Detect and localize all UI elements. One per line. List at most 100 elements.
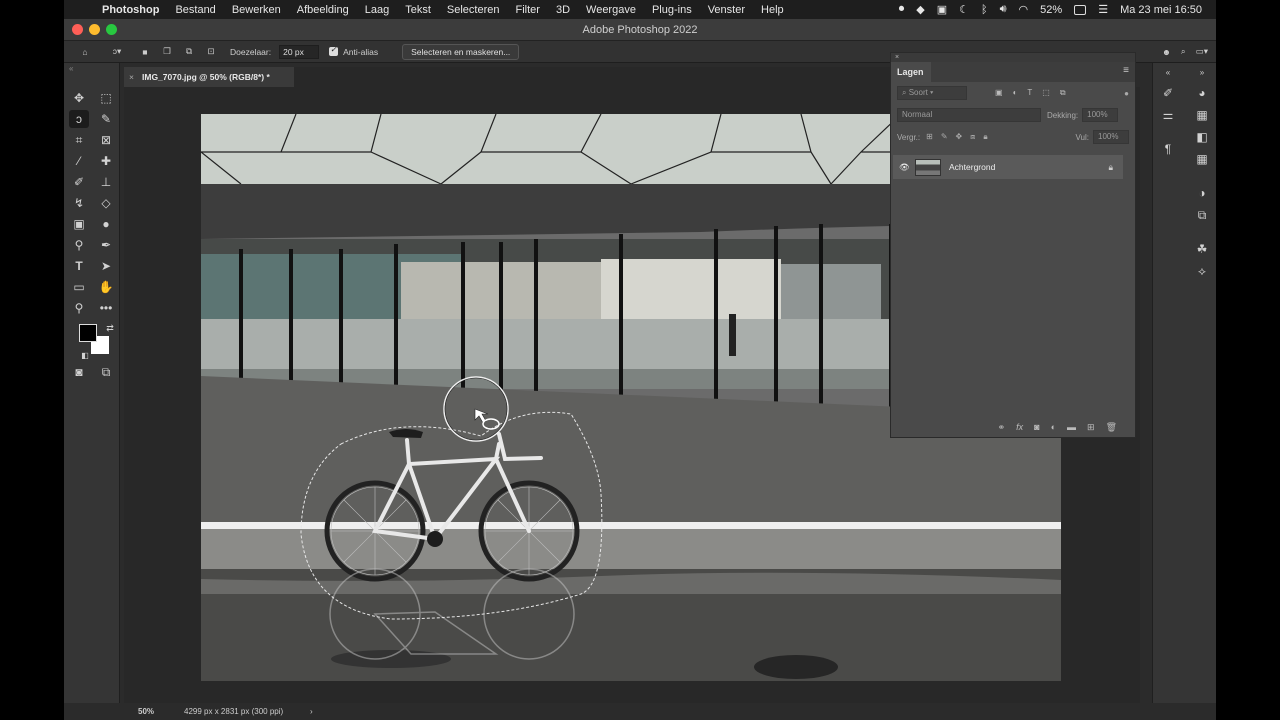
- home-icon[interactable]: ⌂: [78, 45, 92, 59]
- dock-expand-icon[interactable]: »: [1193, 65, 1211, 81]
- brush-tool-icon[interactable]: ✐: [69, 173, 89, 191]
- menu-weergave[interactable]: Weergave: [578, 4, 644, 16]
- fill-input[interactable]: 100%: [1093, 130, 1129, 144]
- pen-tool-icon[interactable]: ✒: [96, 236, 116, 254]
- new-layer-icon[interactable]: ⊞: [1087, 422, 1095, 433]
- menu-filter[interactable]: Filter: [508, 4, 548, 16]
- lock-artboard-icon[interactable]: ⧈: [970, 132, 975, 142]
- menu-laag[interactable]: Laag: [357, 4, 397, 16]
- blur-tool-icon[interactable]: ●: [96, 215, 116, 233]
- filter-toggle-icon[interactable]: ●: [1124, 89, 1129, 98]
- zoom-level[interactable]: 50%: [138, 703, 154, 720]
- layer-lock-icon[interactable]: 🔒︎: [1108, 162, 1113, 173]
- paths-icon[interactable]: ⟡: [1193, 263, 1211, 279]
- new-selection-icon[interactable]: ■: [138, 45, 152, 59]
- libraries-icon[interactable]: ⧉: [1193, 207, 1211, 223]
- select-and-mask-button[interactable]: Selecteren en maskeren...: [402, 43, 520, 60]
- opacity-input[interactable]: 100%: [1082, 108, 1119, 122]
- panel-collapse-icon[interactable]: «: [64, 63, 119, 75]
- hand-tool-icon[interactable]: ✋: [96, 278, 116, 296]
- wifi-icon[interactable]: ◠: [1013, 3, 1035, 16]
- filter-adjustment-icon[interactable]: ◐: [1013, 88, 1018, 98]
- lasso-tool-preset-icon[interactable]: ↄ▾: [110, 45, 124, 59]
- panel-menu-icon[interactable]: ≡: [1123, 65, 1129, 76]
- screen-mode-icon[interactable]: ⧉: [96, 363, 116, 381]
- healing-tool-icon[interactable]: ✚: [96, 152, 116, 170]
- menu-help[interactable]: Help: [753, 4, 792, 16]
- document-tab[interactable]: × IMG_7070.jpg @ 50% (RGB/8*) *: [124, 67, 294, 87]
- menu-tekst[interactable]: Tekst: [397, 4, 439, 16]
- status-arrow-icon[interactable]: ›: [310, 703, 313, 720]
- swap-colors-icon[interactable]: ⇄: [100, 319, 120, 337]
- menu-afbeelding[interactable]: Afbeelding: [289, 4, 357, 16]
- quick-mask-icon[interactable]: ◙: [69, 363, 89, 381]
- close-tab-icon[interactable]: ×: [129, 67, 134, 87]
- move-tool-icon[interactable]: ✥: [69, 89, 89, 107]
- zoom-tool-icon[interactable]: ⚲: [69, 299, 89, 317]
- search-icon[interactable]: ⌕: [1181, 46, 1186, 57]
- marquee-tool-icon[interactable]: ⬚: [96, 89, 116, 107]
- subtract-selection-icon[interactable]: ⧉: [182, 45, 196, 59]
- layer-kind-filter[interactable]: ⌕ Soort ▾: [897, 86, 967, 100]
- dock-collapse-icon[interactable]: «: [1159, 65, 1177, 81]
- foreground-color-swatch[interactable]: [79, 324, 97, 342]
- crop-tool-icon[interactable]: ⌗: [69, 131, 89, 149]
- history-brush-tool-icon[interactable]: ↯: [69, 194, 89, 212]
- menu-3d[interactable]: 3D: [548, 4, 578, 16]
- paragraph-icon[interactable]: ¶: [1159, 141, 1177, 157]
- link-layers-icon[interactable]: ⚭: [998, 422, 1006, 433]
- menu-plugins[interactable]: Plug-ins: [644, 4, 700, 16]
- stamp-tool-icon[interactable]: ⊥: [96, 173, 116, 191]
- default-colors-icon[interactable]: ◧: [75, 346, 95, 364]
- screen-icon[interactable]: ▣: [931, 3, 953, 16]
- battery-icon[interactable]: [1068, 4, 1092, 16]
- visibility-eye-icon[interactable]: 👁︎: [899, 162, 910, 173]
- frame-tool-icon[interactable]: ⊠: [96, 131, 116, 149]
- type-tool-icon[interactable]: T: [69, 257, 89, 275]
- workspace-icon[interactable]: ▭▾: [1196, 46, 1208, 57]
- eraser-tool-icon[interactable]: ◇: [96, 194, 116, 212]
- patterns-icon[interactable]: ▦: [1193, 151, 1211, 167]
- dropbox-icon[interactable]: ◆: [910, 3, 930, 16]
- add-mask-icon[interactable]: ◙: [1034, 422, 1039, 432]
- lock-position-icon[interactable]: ✥: [956, 132, 963, 142]
- menu-bestand[interactable]: Bestand: [167, 4, 223, 16]
- menu-selecteren[interactable]: Selecteren: [439, 4, 508, 16]
- new-group-icon[interactable]: ▬: [1067, 422, 1076, 432]
- lock-image-icon[interactable]: ✎: [941, 132, 948, 142]
- eyedropper-tool-icon[interactable]: ⁄: [69, 152, 89, 170]
- account-icon[interactable]: ☻: [1162, 47, 1171, 57]
- color-palette-icon[interactable]: ◕: [1193, 85, 1211, 101]
- gradients-icon[interactable]: ◧: [1193, 129, 1211, 145]
- filter-type-icon[interactable]: T: [1027, 88, 1032, 98]
- gradient-tool-icon[interactable]: ▣: [69, 215, 89, 233]
- filter-smart-icon[interactable]: ⧉: [1060, 88, 1066, 98]
- path-select-tool-icon[interactable]: ➤: [96, 257, 116, 275]
- fx-icon[interactable]: fx: [1016, 422, 1023, 432]
- blend-mode-select[interactable]: Normaal: [897, 108, 1041, 122]
- intersect-selection-icon[interactable]: ⊡: [204, 45, 218, 59]
- add-selection-icon[interactable]: ❐: [160, 45, 174, 59]
- delete-layer-icon[interactable]: 🗑︎: [1106, 422, 1117, 433]
- adjust-icon[interactable]: ⚌: [1159, 107, 1177, 123]
- lasso-tool-icon[interactable]: ↄ: [69, 110, 89, 128]
- feather-input[interactable]: 20 px: [279, 44, 320, 59]
- moon-icon[interactable]: ☾: [953, 3, 975, 16]
- layer-row[interactable]: 👁︎ Achtergrond 🔒︎: [893, 155, 1123, 179]
- volume-icon[interactable]: 🔊︎: [994, 3, 1013, 16]
- antialias-checkbox[interactable]: Anti-alias: [329, 45, 378, 57]
- adjustment-layer-icon[interactable]: ◐: [1051, 422, 1056, 432]
- quick-select-tool-icon[interactable]: ✎: [96, 110, 116, 128]
- control-center-icon[interactable]: ☰: [1092, 3, 1114, 16]
- brush-settings-icon[interactable]: ✐: [1159, 85, 1177, 101]
- swatches-icon[interactable]: ▦: [1193, 107, 1211, 123]
- menu-venster[interactable]: Venster: [700, 4, 753, 16]
- adjustments-icon[interactable]: ◑: [1193, 185, 1211, 201]
- clock[interactable]: Ma 23 mei 16:50: [1114, 4, 1208, 16]
- bluetooth-icon[interactable]: ᛒ: [975, 4, 994, 16]
- close-window-button[interactable]: [72, 24, 83, 35]
- tab-layers[interactable]: Lagen: [891, 62, 931, 82]
- menu-app[interactable]: Photoshop: [94, 4, 167, 16]
- menu-bewerken[interactable]: Bewerken: [224, 4, 289, 16]
- layer-name[interactable]: Achtergrond: [949, 162, 995, 172]
